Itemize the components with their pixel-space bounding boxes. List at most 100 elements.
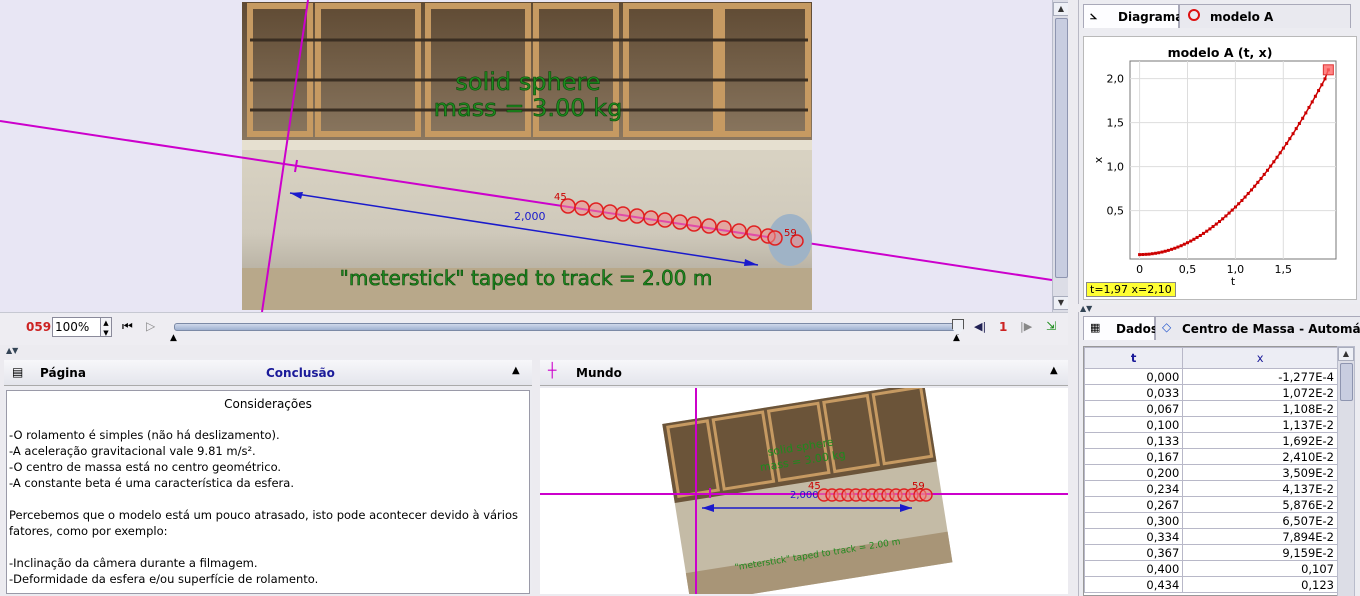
data-point	[1301, 116, 1305, 120]
start-marker-icon[interactable]: ▲	[170, 333, 177, 343]
video-pane[interactable]: 2,000 45 59 solid sphere mass = 3.00 kg …	[0, 0, 1068, 312]
video-canvas[interactable]: 2,000 45 59 solid sphere mass = 3.00 kg …	[0, 0, 1052, 312]
data-scrollbar[interactable]: ▲	[1337, 346, 1355, 596]
data-point	[1205, 229, 1209, 233]
cell-x[interactable]: 4,137E-2	[1182, 480, 1338, 497]
frame-slider[interactable]	[174, 323, 962, 331]
data-scroll-up[interactable]: ▲	[1338, 347, 1354, 361]
cell-x[interactable]: 9,159E-2	[1182, 544, 1338, 561]
cell-t[interactable]: 0,434	[1084, 576, 1184, 593]
page-icon: ▤	[12, 365, 24, 379]
scroll-down-button[interactable]: ▼	[1053, 296, 1068, 310]
table-row[interactable]: 0,234 4,137E-2	[1084, 480, 1338, 497]
column-header-x[interactable]: x	[1182, 347, 1338, 369]
data-point	[1147, 252, 1151, 256]
loop-icon[interactable]: ⇲	[1046, 319, 1056, 333]
step-size[interactable]: 1	[999, 320, 1007, 334]
data-point	[1173, 246, 1177, 250]
step-back-icon[interactable]: ◀|	[974, 320, 986, 333]
play-icon[interactable]: ▷	[146, 319, 155, 333]
tab-mass-center-label: Centro de Massa - Automátic	[1182, 322, 1360, 336]
data-point	[1291, 132, 1295, 136]
cell-t[interactable]: 0,067	[1084, 400, 1184, 417]
cell-t[interactable]: 0,100	[1084, 416, 1184, 433]
step-forward-icon[interactable]: |▶	[1020, 320, 1032, 333]
cell-t[interactable]: 0,367	[1084, 544, 1184, 561]
collapse-page-icon[interactable]: ▲	[512, 365, 520, 376]
cell-t[interactable]: 0,167	[1084, 448, 1184, 465]
world-panel-title: Mundo	[576, 366, 622, 380]
data-point	[1221, 217, 1225, 221]
table-row[interactable]: 0,100 1,137E-2	[1084, 416, 1338, 433]
cell-x[interactable]: 0,123	[1182, 576, 1338, 593]
go-to-start-icon[interactable]: ⏮	[122, 319, 133, 334]
data-scroll-thumb[interactable]	[1340, 363, 1353, 401]
data-point	[1240, 198, 1244, 202]
scroll-thumb[interactable]	[1055, 18, 1068, 278]
page-tab-conclusao[interactable]: Conclusão	[266, 366, 335, 380]
data-point	[1166, 248, 1170, 252]
cell-t[interactable]: 0,234	[1084, 480, 1184, 497]
cell-t[interactable]: 0,000	[1084, 368, 1184, 385]
table-row[interactable]: 0,200 3,509E-2	[1084, 464, 1338, 481]
data-table-container[interactable]: t x 0,000 -1,277E-4 0,033 1,072E-2 0,067 1,10…	[1083, 346, 1339, 596]
end-marker-icon[interactable]: ▲	[953, 333, 960, 343]
table-row[interactable]: 0,300 6,507E-2	[1084, 512, 1338, 529]
cell-t[interactable]: 0,267	[1084, 496, 1184, 513]
cell-x[interactable]: -1,277E-4	[1182, 368, 1338, 385]
cell-t[interactable]: 0,300	[1084, 512, 1184, 529]
cell-t[interactable]: 0,334	[1084, 528, 1184, 545]
table-row[interactable]: 0,067 1,108E-2	[1084, 400, 1338, 417]
tab-model[interactable]: modelo A	[1179, 4, 1351, 28]
cell-x[interactable]: 7,894E-2	[1182, 528, 1338, 545]
cell-x[interactable]: 0,107	[1182, 560, 1338, 577]
scroll-up-button[interactable]: ▲	[1053, 2, 1068, 16]
table-row[interactable]: 0,033 1,072E-2	[1084, 384, 1338, 401]
data-point	[1214, 222, 1218, 226]
chart-svg[interactable]: 0 0,5 1,0 1,5 0,5 1,0 1,5 2,0 t x	[1084, 37, 1356, 299]
cell-x[interactable]: 2,410E-2	[1182, 448, 1338, 465]
zoom-spinner[interactable]: ▲ ▼	[100, 317, 112, 337]
plot-area[interactable]: modelo A (t, x) 0 0,5 1,0 1,5 0,5 1,0 1,5 2,0 t x…	[1083, 36, 1357, 300]
cell-t[interactable]: 0,033	[1084, 384, 1184, 401]
table-row[interactable]: 0,133 1,692E-2	[1084, 432, 1338, 449]
table-row[interactable]: 0,000 -1,277E-4	[1084, 368, 1338, 385]
tab-diagram[interactable]: ⦣ Diagrama	[1083, 4, 1183, 28]
tab-data[interactable]: ▦ Dados	[1083, 316, 1158, 340]
zoom-field[interactable]	[52, 317, 102, 337]
data-point	[1253, 184, 1257, 188]
table-row[interactable]: 0,334 7,894E-2	[1084, 528, 1338, 545]
overlay-line-2: mass = 3.00 kg	[434, 94, 623, 122]
data-point	[1317, 89, 1321, 93]
cell-x[interactable]: 3,509E-2	[1182, 464, 1338, 481]
cell-x[interactable]: 5,876E-2	[1182, 496, 1338, 513]
cell-x[interactable]: 1,072E-2	[1182, 384, 1338, 401]
data-table: t x 0,000 -1,277E-4 0,033 1,072E-2 0,067 1,10…	[1084, 347, 1338, 593]
video-vertical-scrollbar[interactable]: ▲ ▼	[1052, 0, 1068, 312]
cell-x[interactable]: 1,108E-2	[1182, 400, 1338, 417]
split-arrows-icon[interactable]: ▲▼	[6, 346, 18, 355]
data-point	[1310, 100, 1314, 104]
world-canvas[interactable]: solid sphere mass = 3.00 kg "meterstick"…	[540, 382, 1068, 594]
cell-t[interactable]: 0,200	[1084, 464, 1184, 481]
cell-x[interactable]: 6,507E-2	[1182, 512, 1338, 529]
tab-mass-center[interactable]: ◇ Centro de Massa - Automátic	[1155, 316, 1360, 340]
data-point	[1138, 253, 1142, 257]
cell-t[interactable]: 0,133	[1084, 432, 1184, 449]
cell-t[interactable]: 0,400	[1084, 560, 1184, 577]
page-line: -O centro de massa está no centro geomét…	[9, 460, 282, 474]
overlay-bottom-line: "meterstick" taped to track = 2.00 m	[340, 266, 713, 290]
cell-x[interactable]: 1,137E-2	[1182, 416, 1338, 433]
frame-number[interactable]: 059	[26, 320, 51, 334]
world-view[interactable]: solid sphere mass = 3.00 kg "meterstick"…	[540, 382, 1068, 594]
table-row[interactable]: 0,400 0,107	[1084, 560, 1338, 577]
table-row[interactable]: 0,434 0,123	[1084, 576, 1338, 593]
table-row[interactable]: 0,267 5,876E-2	[1084, 496, 1338, 513]
cell-x[interactable]: 1,692E-2	[1182, 432, 1338, 449]
table-row[interactable]: 0,367 9,159E-2	[1084, 544, 1338, 561]
tab-diagram-label: Diagrama	[1118, 10, 1184, 24]
column-header-t[interactable]: t	[1084, 347, 1184, 369]
collapse-world-icon[interactable]: ▲	[1050, 365, 1058, 376]
page-text-area[interactable]: Considerações -O rolamento é simples (nã…	[6, 390, 530, 594]
table-row[interactable]: 0,167 2,410E-2	[1084, 448, 1338, 465]
